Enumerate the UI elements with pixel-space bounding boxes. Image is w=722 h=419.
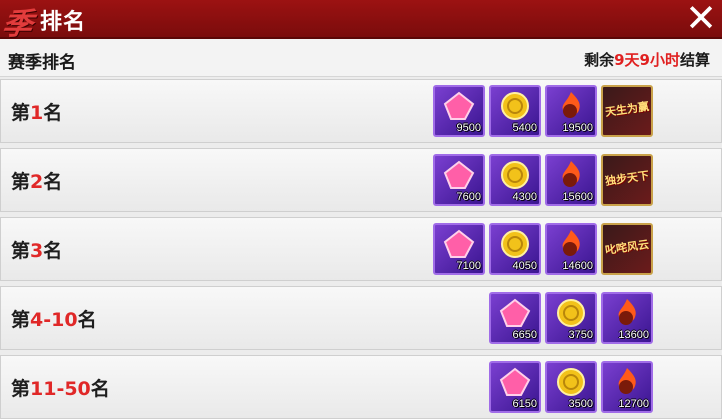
pink-crystal-reward[interactable]: 7600 bbox=[433, 154, 485, 206]
rank-label: 第4-10名 bbox=[11, 309, 97, 331]
gold-coin-icon bbox=[557, 368, 585, 396]
title-badge-text: 独步天下 bbox=[604, 168, 650, 188]
gold-coin-reward[interactable]: 4300 bbox=[489, 154, 541, 206]
rank-row-11-50: 第11-50名 6150 3500 12700 bbox=[0, 355, 722, 419]
gold-coin-reward[interactable]: 5400 bbox=[489, 85, 541, 137]
season-ranking-label: 赛季排名 bbox=[8, 53, 76, 73]
title-bar: 季 排名 ✕ bbox=[0, 0, 722, 42]
gold-coin-reward[interactable]: 3500 bbox=[545, 361, 597, 413]
reward-count: 5400 bbox=[512, 122, 537, 134]
title-badge-reward[interactable]: 独步天下 bbox=[601, 154, 653, 206]
remain-hours: 9小时 bbox=[639, 51, 680, 69]
fire-orb-icon bbox=[562, 92, 580, 118]
reward-count: 6150 bbox=[512, 398, 537, 410]
pink-crystal-reward[interactable]: 6650 bbox=[489, 292, 541, 344]
close-icon: ✕ bbox=[685, 0, 717, 40]
reward-count: 13600 bbox=[618, 329, 649, 341]
title-badge-reward[interactable]: 天生为赢 bbox=[601, 85, 653, 137]
reward-count: 12700 bbox=[618, 398, 649, 410]
gold-coin-reward[interactable]: 3750 bbox=[545, 292, 597, 344]
season-ranking-header: 赛季排名 剩余9天9小时结算 bbox=[0, 39, 722, 77]
remain-days: 9天 bbox=[614, 51, 640, 69]
rank-label: 第11-50名 bbox=[11, 378, 110, 400]
reward-count: 3750 bbox=[568, 329, 593, 341]
reward-count: 3500 bbox=[568, 398, 593, 410]
remain-prefix: 剩余 bbox=[584, 51, 615, 69]
gold-coin-icon bbox=[501, 230, 529, 258]
reward-count: 9500 bbox=[456, 122, 481, 134]
fire-orb-reward[interactable]: 12700 bbox=[601, 361, 653, 413]
gold-coin-icon bbox=[501, 92, 529, 120]
rank-label: 第2名 bbox=[11, 171, 63, 193]
season-logo-icon: 季 bbox=[0, 7, 35, 42]
pink-crystal-icon bbox=[443, 229, 475, 258]
pink-crystal-reward[interactable]: 6150 bbox=[489, 361, 541, 413]
rank-label: 第3名 bbox=[11, 240, 63, 262]
gold-coin-icon bbox=[557, 299, 585, 327]
title-badge-reward[interactable]: 叱咤风云 bbox=[601, 223, 653, 275]
reward-count: 6650 bbox=[512, 329, 537, 341]
title-badge-text: 叱咤风云 bbox=[604, 237, 650, 257]
rank-row-2: 第2名 7600 4300 15600 独步天下 bbox=[0, 148, 722, 212]
fire-orb-icon bbox=[618, 368, 636, 394]
rank-row-1: 第1名 9500 5400 19500 天生为赢 bbox=[0, 79, 722, 143]
fire-orb-reward[interactable]: 19500 bbox=[545, 85, 597, 137]
reward-count: 4050 bbox=[512, 260, 537, 272]
fire-orb-icon bbox=[618, 299, 636, 325]
rank-label: 第1名 bbox=[11, 102, 63, 124]
remain-suffix: 结算 bbox=[679, 51, 710, 69]
close-button[interactable]: ✕ bbox=[684, 0, 718, 37]
reward-count: 7600 bbox=[456, 191, 481, 203]
title-badge-text: 天生为赢 bbox=[604, 99, 650, 119]
fire-orb-reward[interactable]: 14600 bbox=[545, 223, 597, 275]
gold-coin-icon bbox=[501, 161, 529, 189]
fire-orb-reward[interactable]: 13600 bbox=[601, 292, 653, 344]
pink-crystal-icon bbox=[499, 298, 531, 327]
pink-crystal-reward[interactable]: 7100 bbox=[433, 223, 485, 275]
pink-crystal-icon bbox=[443, 91, 475, 120]
remaining-time: 剩余9天9小时结算 bbox=[584, 49, 710, 70]
fire-orb-icon bbox=[562, 161, 580, 187]
rank-row-4-10: 第4-10名 6650 3750 13600 bbox=[0, 286, 722, 350]
reward-count: 7100 bbox=[456, 260, 481, 272]
reward-count: 14600 bbox=[562, 260, 593, 272]
reward-count: 4300 bbox=[512, 191, 537, 203]
gold-coin-reward[interactable]: 4050 bbox=[489, 223, 541, 275]
page-title: 排名 bbox=[40, 10, 87, 35]
fire-orb-icon bbox=[562, 230, 580, 256]
pink-crystal-reward[interactable]: 9500 bbox=[433, 85, 485, 137]
reward-count: 15600 bbox=[562, 191, 593, 203]
reward-count: 19500 bbox=[562, 122, 593, 134]
rank-row-3: 第3名 7100 4050 14600 叱咤风云 bbox=[0, 217, 722, 281]
pink-crystal-icon bbox=[499, 367, 531, 396]
fire-orb-reward[interactable]: 15600 bbox=[545, 154, 597, 206]
pink-crystal-icon bbox=[443, 160, 475, 189]
